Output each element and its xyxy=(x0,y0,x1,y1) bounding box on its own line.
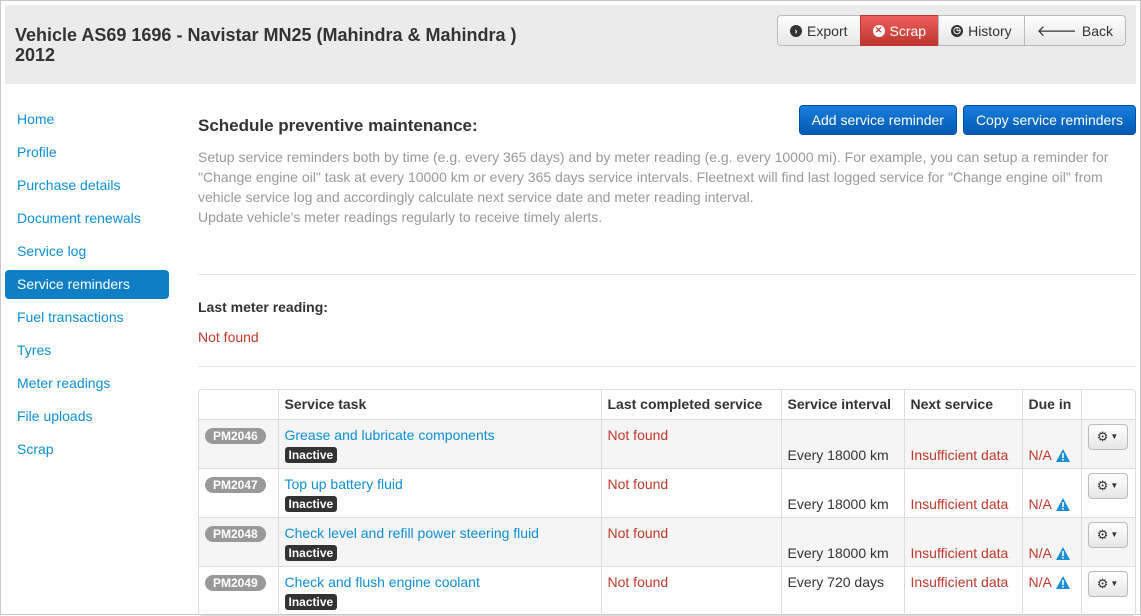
column-header-due-in: Due in xyxy=(1021,390,1081,419)
column-header-last-completed: Last completed service xyxy=(600,390,781,419)
divider xyxy=(198,274,1136,275)
sidebar-item-document-renewals[interactable]: Document renewals xyxy=(5,204,169,233)
reminder-id-badge: PM2049 xyxy=(205,574,266,591)
service-task-link[interactable]: Top up battery fluid xyxy=(285,476,595,492)
sidebar-nav: Home Profile Purchase details Document r… xyxy=(5,105,169,468)
service-interval-value: Every 18000 km xyxy=(787,495,889,512)
table-row: PM2048 Check level and refill power stee… xyxy=(199,516,1135,566)
sidebar-item-home[interactable]: Home xyxy=(5,105,169,134)
next-service-value: Insufficient data xyxy=(910,446,1009,463)
service-interval-value: Every 18000 km xyxy=(787,446,889,463)
due-in-value: N/A xyxy=(1028,544,1052,561)
gear-icon: ⚙ xyxy=(1096,526,1109,542)
status-badge: Inactive xyxy=(284,446,338,463)
next-service-value: Insufficient data xyxy=(910,573,1009,590)
due-in-value: N/A xyxy=(1028,446,1052,463)
reminder-id-badge: PM2046 xyxy=(205,427,266,444)
sidebar-item-profile[interactable]: Profile xyxy=(5,138,169,167)
last-completed-value: Not found xyxy=(607,426,669,443)
warning-icon[interactable] xyxy=(1055,497,1070,511)
header-button-group: › Export ✕ Scrap ◷ History 🡐 Back xyxy=(777,15,1126,46)
service-task-link[interactable]: Grease and lubricate components xyxy=(285,427,595,443)
caret-down-icon: ▼ xyxy=(1110,530,1119,539)
warning-icon[interactable] xyxy=(1055,575,1070,589)
section-heading: Schedule preventive maintenance: xyxy=(198,116,478,135)
sidebar-item-scrap[interactable]: Scrap xyxy=(5,435,169,464)
gear-icon: ⚙ xyxy=(1096,575,1109,591)
next-service-value: Insufficient data xyxy=(910,495,1009,512)
due-in-value: N/A xyxy=(1028,573,1052,590)
column-header-service-interval: Service interval xyxy=(780,390,904,419)
last-meter-label: Last meter reading: xyxy=(198,299,328,315)
scrap-button[interactable]: ✕ Scrap xyxy=(859,15,940,46)
last-completed-value: Not found xyxy=(607,573,669,590)
due-in-value: N/A xyxy=(1028,495,1052,512)
add-service-reminder-button[interactable]: Add service reminder xyxy=(798,105,957,135)
back-label: Back xyxy=(1081,22,1113,39)
last-completed-value: Not found xyxy=(607,524,669,541)
sidebar-item-service-log[interactable]: Service log xyxy=(5,237,169,266)
last-completed-value: Not found xyxy=(607,475,669,492)
caret-down-icon: ▼ xyxy=(1110,432,1119,441)
sidebar-item-purchase-details[interactable]: Purchase details xyxy=(5,171,169,200)
sidebar-item-meter-readings[interactable]: Meter readings xyxy=(5,369,169,398)
row-actions-button[interactable]: ⚙ ▼ xyxy=(1087,521,1128,548)
row-actions-button[interactable]: ⚙ ▼ xyxy=(1087,423,1128,450)
copy-service-reminders-button[interactable]: Copy service reminders xyxy=(962,105,1136,135)
gear-icon: ⚙ xyxy=(1096,477,1109,493)
warning-icon[interactable] xyxy=(1055,546,1070,560)
table-row: PM2047 Top up battery fluid Inactive Not… xyxy=(199,467,1135,517)
export-label: Export xyxy=(807,22,848,39)
export-icon: › xyxy=(790,24,803,37)
due-in-cell: N/A xyxy=(1029,447,1075,463)
reminder-id-badge: PM2047 xyxy=(205,476,266,493)
history-button[interactable]: ◷ History xyxy=(938,15,1025,46)
column-header-service-task: Service task xyxy=(277,390,601,419)
scrap-label: Scrap xyxy=(889,22,927,39)
status-badge: Inactive xyxy=(284,495,338,512)
sidebar-item-service-reminders[interactable]: Service reminders xyxy=(5,270,169,299)
due-in-cell: N/A xyxy=(1029,545,1075,561)
service-interval-value: Every 720 days xyxy=(787,573,885,590)
service-task-link[interactable]: Check and flush engine coolant xyxy=(285,574,595,590)
sidebar-item-fuel-transactions[interactable]: Fuel transactions xyxy=(5,303,169,332)
service-task-link[interactable]: Check level and refill power steering fl… xyxy=(285,525,595,541)
reminder-id-badge: PM2048 xyxy=(205,525,266,542)
due-in-cell: N/A xyxy=(1029,496,1075,512)
gear-icon: ⚙ xyxy=(1096,428,1109,444)
table-header-row: Service task Last completed service Serv… xyxy=(199,390,1135,419)
status-badge: Inactive xyxy=(284,544,338,561)
caret-down-icon: ▼ xyxy=(1110,579,1119,588)
clock-icon: ◷ xyxy=(951,24,964,37)
help-text: Setup service reminders both by time (e.… xyxy=(198,147,1136,227)
row-actions-button[interactable]: ⚙ ▼ xyxy=(1087,472,1128,499)
sidebar-item-file-uploads[interactable]: File uploads xyxy=(5,402,169,431)
status-badge: Inactive xyxy=(284,593,338,610)
export-button[interactable]: › Export xyxy=(777,15,861,46)
table-row: PM2049 Check and flush engine coolant In… xyxy=(199,565,1135,615)
page-title: Vehicle AS69 1696 - Navistar MN25 (Mahin… xyxy=(15,25,517,65)
column-header-id xyxy=(199,390,278,419)
warning-icon[interactable] xyxy=(1055,448,1070,462)
next-service-value: Insufficient data xyxy=(910,544,1009,561)
column-header-actions xyxy=(1080,390,1135,419)
service-interval-value: Every 18000 km xyxy=(787,544,889,561)
table-row: PM2046 Grease and lubricate components I… xyxy=(199,418,1135,468)
history-label: History xyxy=(968,22,1012,39)
row-actions-button[interactable]: ⚙ ▼ xyxy=(1087,570,1128,597)
column-header-next-service: Next service xyxy=(903,390,1022,419)
arrow-left-icon: 🡐 xyxy=(1036,23,1077,40)
help-text-line: Setup service reminders both by time (e.… xyxy=(198,149,1109,205)
last-meter-value: Not found xyxy=(198,329,259,345)
reminder-actions: Add service reminder Copy service remind… xyxy=(798,105,1136,135)
page-header: Vehicle AS69 1696 - Navistar MN25 (Mahin… xyxy=(5,5,1136,84)
caret-down-icon: ▼ xyxy=(1110,481,1119,490)
back-button[interactable]: 🡐 Back xyxy=(1023,15,1126,46)
service-reminders-table: Service task Last completed service Serv… xyxy=(198,389,1136,616)
remove-icon: ✕ xyxy=(872,24,885,37)
due-in-cell: N/A xyxy=(1029,574,1075,590)
sidebar-item-tyres[interactable]: Tyres xyxy=(5,336,169,365)
help-text-line: Update vehicle's meter readings regularl… xyxy=(198,209,603,225)
divider xyxy=(198,366,1136,367)
